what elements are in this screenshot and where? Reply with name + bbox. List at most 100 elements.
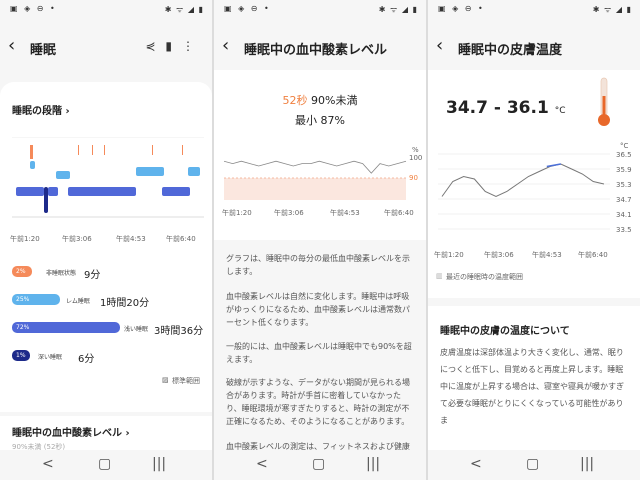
stage-bar: 2%	[12, 266, 32, 277]
skin-temp-panel: ▣ ◈ ⊖ • ✱ ᯤ ◢ ▮ ‹ 睡眠中の皮膚温度 34.7 - 36.1 °…	[428, 0, 640, 480]
sleep-stages-heading[interactable]: 睡眠の段階 ›	[12, 102, 70, 117]
x-tick: 午前3:06	[274, 209, 304, 217]
y-tick: 35.3	[616, 181, 632, 189]
nav-home-icon[interactable]: ▢	[312, 456, 325, 472]
x-tick: 午前3:06	[484, 251, 514, 259]
y-tick: 35.9	[616, 166, 632, 174]
header: ‹ 睡眠 ⋞▮⋮	[0, 30, 212, 66]
stage-duration: 6分	[78, 354, 95, 365]
stage-bar: 72%	[12, 322, 120, 333]
awake-mark	[152, 145, 153, 155]
info-paragraph: 血中酸素レベルは自然に変化します。睡眠中は呼吸がゆっくりになるため、血中酸素レベ…	[226, 292, 410, 327]
skin-temp-card: 34.7 - 36.1 °C °C 36.5 35.9 35.3 34.7 34…	[428, 70, 640, 298]
skin-temp-chart	[438, 153, 610, 230]
info-paragraph: 破線が示すような、データがない期間が見られる場合があります。時計が手首に密着して…	[226, 378, 410, 426]
spo2-summary-time: 52秒	[282, 94, 308, 107]
spo2-summary-suffix: 90%未満	[311, 94, 358, 107]
x-tick: 午前6:40	[166, 235, 196, 243]
header: ‹ 睡眠中の血中酸素レベル	[214, 30, 426, 66]
nav-bar: < ▢ |||	[0, 450, 212, 480]
light-block	[16, 187, 44, 196]
spo2-min: 最小 87%	[295, 114, 345, 127]
legend-range-label: 標準範囲	[172, 377, 200, 385]
header: ‹ 睡眠中の皮膚温度	[428, 30, 640, 66]
nav-recents-icon[interactable]: |||	[366, 456, 380, 472]
status-left-icons: ▣ ◈ ⊖ •	[438, 4, 485, 13]
nav-recents-icon[interactable]: |||	[152, 456, 166, 472]
status-right-icons: ✱ ᯤ ◢ ▮	[378, 5, 418, 14]
deep-block	[44, 187, 48, 213]
spo2-panel: ▣ ◈ ⊖ • ✱ ᯤ ◢ ▮ ‹ 睡眠中の血中酸素レベル 52秒 90%未満 …	[214, 0, 426, 480]
nav-back-icon[interactable]: <	[256, 456, 268, 472]
chart-icon[interactable]: ▮	[165, 39, 182, 53]
y-tick: 33.5	[616, 226, 632, 234]
back-arrow-icon[interactable]: ‹	[436, 36, 443, 56]
y-tick: 100	[409, 154, 423, 162]
info-paragraph: 一般的には、血中酸素レベルは睡眠中でも90%を超えます。	[226, 342, 412, 364]
nav-back-icon[interactable]: <	[470, 456, 482, 472]
stage-label: レム睡眠	[66, 298, 90, 305]
x-tick: 午前3:06	[62, 235, 92, 243]
page-title: 睡眠	[30, 43, 57, 58]
rem-block	[188, 167, 200, 176]
status-right-icons: ✱ ᯤ ◢ ▮	[592, 5, 632, 14]
spo2-summary: 52秒 90%未満	[214, 92, 426, 108]
low-range-band	[224, 178, 406, 200]
x-tick: 午前1:20	[222, 209, 252, 217]
x-tick: 午前4:53	[116, 235, 146, 243]
light-block	[48, 187, 58, 196]
spo2-series-line	[224, 160, 407, 174]
page-title: 睡眠中の血中酸素レベル	[244, 43, 388, 58]
x-tick: 午前4:53	[330, 209, 360, 217]
header-actions: ⋞▮⋮	[145, 39, 204, 53]
about-paragraph: 皮膚温度は深部体温より大きく変化し、通常、眠りにつくと低下し、目覚めると再度上昇…	[440, 348, 624, 425]
y-tick: 34.7	[616, 196, 632, 204]
sleep-panel: ▣ ◈ ⊖ • ✱ ᯤ ◢ ▮ ‹ 睡眠 ⋞▮⋮ 睡眠の段階 › 午前1:20 …	[0, 0, 212, 480]
about-heading: 睡眠中の皮膚の温度について	[440, 326, 570, 337]
light-block	[68, 187, 136, 196]
page-title: 睡眠中の皮膚温度	[458, 43, 563, 58]
light-block	[162, 187, 190, 196]
info-paragraph: グラフは、睡眠中の毎分の最低血中酸素レベルを示します。	[226, 254, 410, 276]
stage-duration: 3時間36分	[154, 326, 204, 337]
y-unit: °C	[620, 142, 629, 150]
spo2-card[interactable]: 睡眠中の血中酸素レベル › 90%未満 (52秒)	[0, 416, 212, 451]
status-right-icons: ✱ ᯤ ◢ ▮	[164, 5, 204, 14]
stage-duration: 1時間20分	[100, 298, 150, 309]
sleep-stages-heading-text: 睡眠の段階	[12, 106, 62, 117]
x-tick: 午前1:20	[434, 251, 464, 259]
nav-home-icon[interactable]: ▢	[526, 456, 539, 472]
stage-duration: 9分	[84, 270, 101, 281]
nav-recents-icon[interactable]: |||	[580, 456, 594, 472]
more-icon[interactable]: ⋮	[182, 39, 204, 53]
nav-home-icon[interactable]: ▢	[98, 456, 111, 472]
y-tick: 34.1	[616, 211, 632, 219]
about-card: 睡眠中の皮膚の温度について 皮膚温度は深部体温より大きく変化し、通常、眠りにつく…	[428, 306, 640, 450]
stage-label: 深い睡眠	[38, 354, 63, 361]
awake-mark	[78, 145, 79, 155]
spo2-chart	[224, 160, 407, 200]
spo2-heading[interactable]: 睡眠中の血中酸素レベル ›	[12, 424, 130, 439]
sleep-stages-card: 睡眠の段階 › 午前1:20 午前3:06 午前4:53 午前6:40 2% 非…	[0, 82, 212, 412]
stage-bar: 25%	[12, 294, 60, 305]
share-icon[interactable]: ⋞	[145, 39, 165, 53]
status-left-icons: ▣ ◈ ⊖ •	[224, 4, 271, 13]
y-tick: 90	[409, 174, 418, 182]
legend-range-swatch: ▨	[162, 376, 169, 384]
y-tick: 36.5	[616, 151, 632, 159]
status-bar: ▣ ◈ ⊖ • ✱ ᯤ ◢ ▮	[214, 0, 426, 18]
status-bar: ▣ ◈ ⊖ • ✱ ᯤ ◢ ▮	[428, 0, 640, 18]
temp-unit: °C	[554, 106, 566, 116]
status-bar: ▣ ◈ ⊖ • ✱ ᯤ ◢ ▮	[0, 0, 212, 18]
nav-bar: < ▢ |||	[428, 450, 640, 480]
rem-block	[136, 167, 164, 176]
spo2-chart-card: 52秒 90%未満 最小 87% % 100 90 午前1:20 午前3:06 …	[214, 70, 426, 240]
nav-back-icon[interactable]: <	[42, 456, 54, 472]
legend-label: 最近の睡眠時の温度範囲	[446, 273, 523, 281]
temp-range-value: 34.7 - 36.1	[446, 98, 549, 118]
x-tick: 午前6:40	[384, 209, 414, 217]
x-tick: 午前4:53	[532, 251, 562, 259]
back-arrow-icon[interactable]: ‹	[222, 36, 229, 56]
rem-block	[30, 161, 35, 169]
back-arrow-icon[interactable]: ‹	[8, 36, 15, 56]
